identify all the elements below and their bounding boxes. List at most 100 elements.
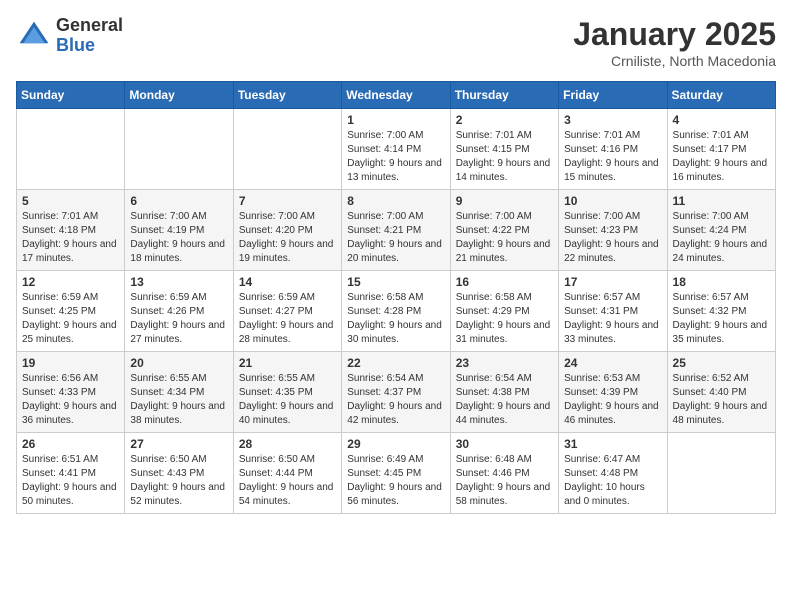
- day-number: 7: [239, 194, 336, 208]
- day-info: Sunrise: 6:59 AM Sunset: 4:25 PM Dayligh…: [22, 291, 119, 347]
- calendar-cell: 13 Sunrise: 6:59 AM Sunset: 4:26 PM Dayli…: [125, 271, 233, 352]
- day-number: 27: [130, 437, 227, 451]
- calendar-cell: 23 Sunrise: 6:54 AM Sunset: 4:38 PM Dayli…: [450, 352, 558, 433]
- calendar-cell: 26 Sunrise: 6:51 AM Sunset: 4:41 PM Dayli…: [17, 433, 125, 514]
- calendar-cell: 6Sunrise: 7:00 AM Sunset: 4:19 PM Daylig…: [125, 190, 233, 271]
- calendar-cell: 29 Sunrise: 6:49 AM Sunset: 4:45 PM Dayli…: [342, 433, 450, 514]
- calendar-cell: 10Sunrise: 7:00 AM Sunset: 4:23 PM Dayli…: [559, 190, 667, 271]
- day-info: Sunrise: 6:50 AM Sunset: 4:43 PM Dayligh…: [130, 453, 227, 509]
- day-info: Sunrise: 6:53 AM Sunset: 4:39 PM Dayligh…: [564, 372, 661, 428]
- day-number: 31: [564, 437, 661, 451]
- day-number: 16: [456, 275, 553, 289]
- day-info: Sunrise: 6:52 AM Sunset: 4:40 PM Dayligh…: [673, 372, 770, 428]
- calendar-cell: [125, 109, 233, 190]
- day-info: Sunrise: 6:58 AM Sunset: 4:28 PM Dayligh…: [347, 291, 444, 347]
- day-info: Sunrise: 6:58 AM Sunset: 4:29 PM Dayligh…: [456, 291, 553, 347]
- calendar-cell: [667, 433, 775, 514]
- day-number: 4: [673, 113, 770, 127]
- day-number: 22: [347, 356, 444, 370]
- calendar-week-1: 1 Sunrise: 7:00 AM Sunset: 4:14 PM Daylig…: [17, 109, 776, 190]
- calendar-cell: 31 Sunrise: 6:47 AM Sunset: 4:48 PM Dayli…: [559, 433, 667, 514]
- day-info: Sunrise: 7:00 AM Sunset: 4:22 PM Dayligh…: [456, 210, 553, 266]
- day-number: 17: [564, 275, 661, 289]
- day-number: 18: [673, 275, 770, 289]
- day-header-friday: Friday: [559, 82, 667, 109]
- day-info: Sunrise: 6:59 AM Sunset: 4:27 PM Dayligh…: [239, 291, 336, 347]
- day-info: Sunrise: 7:00 AM Sunset: 4:24 PM Dayligh…: [673, 210, 770, 266]
- day-info: Sunrise: 6:48 AM Sunset: 4:46 PM Dayligh…: [456, 453, 553, 509]
- calendar-cell: 24 Sunrise: 6:53 AM Sunset: 4:39 PM Dayli…: [559, 352, 667, 433]
- calendar-cell: 12 Sunrise: 6:59 AM Sunset: 4:25 PM Dayli…: [17, 271, 125, 352]
- calendar-cell: 27 Sunrise: 6:50 AM Sunset: 4:43 PM Dayli…: [125, 433, 233, 514]
- day-info: Sunrise: 6:54 AM Sunset: 4:37 PM Dayligh…: [347, 372, 444, 428]
- day-info: Sunrise: 7:00 AM Sunset: 4:23 PM Dayligh…: [564, 210, 661, 266]
- day-header-thursday: Thursday: [450, 82, 558, 109]
- day-info: Sunrise: 7:01 AM Sunset: 4:18 PM Dayligh…: [22, 210, 119, 266]
- day-info: Sunrise: 6:57 AM Sunset: 4:32 PM Dayligh…: [673, 291, 770, 347]
- day-number: 30: [456, 437, 553, 451]
- month-title: January 2025: [573, 16, 776, 53]
- calendar-cell: 9 Sunrise: 7:00 AM Sunset: 4:22 PM Daylig…: [450, 190, 558, 271]
- day-number: 5: [22, 194, 119, 208]
- calendar-cell: 7 Sunrise: 7:00 AM Sunset: 4:20 PM Daylig…: [233, 190, 341, 271]
- day-info: Sunrise: 6:51 AM Sunset: 4:41 PM Dayligh…: [22, 453, 119, 509]
- day-header-wednesday: Wednesday: [342, 82, 450, 109]
- day-number: 26: [22, 437, 119, 451]
- day-number: 12: [22, 275, 119, 289]
- calendar-cell: 19Sunrise: 6:56 AM Sunset: 4:33 PM Dayli…: [17, 352, 125, 433]
- day-number: 13: [130, 275, 227, 289]
- calendar-cell: 20 Sunrise: 6:55 AM Sunset: 4:34 PM Dayli…: [125, 352, 233, 433]
- day-info: Sunrise: 6:56 AM Sunset: 4:33 PM Dayligh…: [22, 372, 119, 428]
- calendar-header-row: SundayMondayTuesdayWednesdayThursdayFrid…: [17, 82, 776, 109]
- logo-icon: [16, 18, 52, 54]
- calendar-cell: [233, 109, 341, 190]
- day-info: Sunrise: 6:49 AM Sunset: 4:45 PM Dayligh…: [347, 453, 444, 509]
- day-number: 2: [456, 113, 553, 127]
- day-number: 29: [347, 437, 444, 451]
- day-info: Sunrise: 6:59 AM Sunset: 4:26 PM Dayligh…: [130, 291, 227, 347]
- day-info: Sunrise: 6:47 AM Sunset: 4:48 PM Dayligh…: [564, 453, 661, 509]
- day-info: Sunrise: 6:54 AM Sunset: 4:38 PM Dayligh…: [456, 372, 553, 428]
- logo-general-label: General: [56, 16, 123, 36]
- day-number: 11: [673, 194, 770, 208]
- day-header-sunday: Sunday: [17, 82, 125, 109]
- calendar-table: SundayMondayTuesdayWednesdayThursdayFrid…: [16, 81, 776, 514]
- logo-text: General Blue: [56, 16, 123, 56]
- day-number: 24: [564, 356, 661, 370]
- day-info: Sunrise: 7:01 AM Sunset: 4:16 PM Dayligh…: [564, 129, 661, 185]
- location-subtitle: Crniliste, North Macedonia: [573, 53, 776, 69]
- day-info: Sunrise: 7:00 AM Sunset: 4:19 PM Dayligh…: [130, 210, 227, 266]
- day-number: 1: [347, 113, 444, 127]
- calendar-cell: 25Sunrise: 6:52 AM Sunset: 4:40 PM Dayli…: [667, 352, 775, 433]
- calendar-cell: 8Sunrise: 7:00 AM Sunset: 4:21 PM Daylig…: [342, 190, 450, 271]
- calendar-week-4: 19Sunrise: 6:56 AM Sunset: 4:33 PM Dayli…: [17, 352, 776, 433]
- calendar-cell: 18 Sunrise: 6:57 AM Sunset: 4:32 PM Dayli…: [667, 271, 775, 352]
- day-info: Sunrise: 7:00 AM Sunset: 4:14 PM Dayligh…: [347, 129, 444, 185]
- calendar-cell: 11 Sunrise: 7:00 AM Sunset: 4:24 PM Dayli…: [667, 190, 775, 271]
- day-info: Sunrise: 7:00 AM Sunset: 4:20 PM Dayligh…: [239, 210, 336, 266]
- calendar-cell: 3 Sunrise: 7:01 AM Sunset: 4:16 PM Daylig…: [559, 109, 667, 190]
- page-header: General Blue January 2025 Crniliste, Nor…: [16, 16, 776, 69]
- title-block: January 2025 Crniliste, North Macedonia: [573, 16, 776, 69]
- day-number: 3: [564, 113, 661, 127]
- day-header-saturday: Saturday: [667, 82, 775, 109]
- day-info: Sunrise: 7:01 AM Sunset: 4:15 PM Dayligh…: [456, 129, 553, 185]
- day-header-monday: Monday: [125, 82, 233, 109]
- logo: General Blue: [16, 16, 123, 56]
- calendar-cell: 2 Sunrise: 7:01 AM Sunset: 4:15 PM Daylig…: [450, 109, 558, 190]
- calendar-cell: 17 Sunrise: 6:57 AM Sunset: 4:31 PM Dayli…: [559, 271, 667, 352]
- logo-blue-label: Blue: [56, 36, 123, 56]
- day-header-tuesday: Tuesday: [233, 82, 341, 109]
- calendar-cell: 5 Sunrise: 7:01 AM Sunset: 4:18 PM Daylig…: [17, 190, 125, 271]
- calendar-cell: 4Sunrise: 7:01 AM Sunset: 4:17 PM Daylig…: [667, 109, 775, 190]
- day-info: Sunrise: 6:50 AM Sunset: 4:44 PM Dayligh…: [239, 453, 336, 509]
- calendar-cell: 28Sunrise: 6:50 AM Sunset: 4:44 PM Dayli…: [233, 433, 341, 514]
- calendar-week-3: 12 Sunrise: 6:59 AM Sunset: 4:25 PM Dayli…: [17, 271, 776, 352]
- day-number: 23: [456, 356, 553, 370]
- calendar-week-5: 26 Sunrise: 6:51 AM Sunset: 4:41 PM Dayli…: [17, 433, 776, 514]
- day-number: 20: [130, 356, 227, 370]
- day-number: 9: [456, 194, 553, 208]
- calendar-cell: 30 Sunrise: 6:48 AM Sunset: 4:46 PM Dayli…: [450, 433, 558, 514]
- day-info: Sunrise: 6:55 AM Sunset: 4:34 PM Dayligh…: [130, 372, 227, 428]
- day-info: Sunrise: 6:57 AM Sunset: 4:31 PM Dayligh…: [564, 291, 661, 347]
